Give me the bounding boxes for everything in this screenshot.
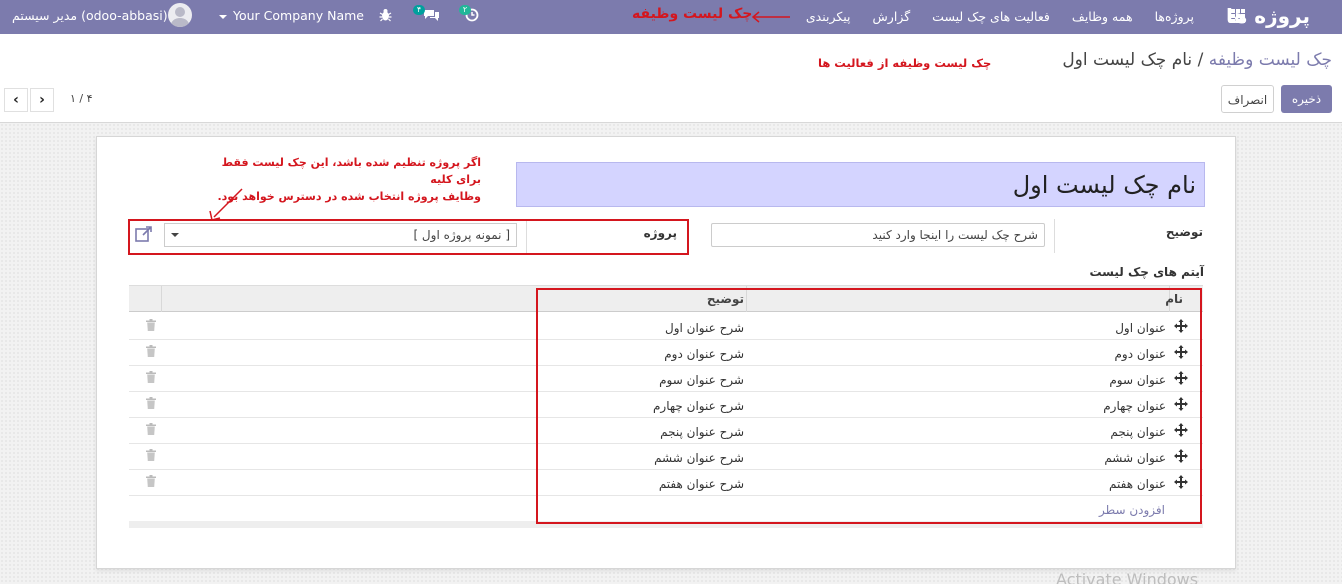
menu-item-projects[interactable]: پروژه‌ها [1155, 9, 1194, 24]
description-label: توضیح [1165, 225, 1203, 239]
bug-icon [379, 9, 392, 22]
project-label: پروژه [643, 226, 677, 240]
trash-icon[interactable] [146, 371, 156, 383]
external-link-icon[interactable] [134, 225, 154, 243]
breadcrumb-current: نام چک لیست اول [1062, 50, 1193, 70]
main-menu: پروژه‌ها همه وظایف فعالیت های چک لیست گز… [806, 9, 1194, 24]
field-separator [526, 221, 527, 253]
menu-item-reporting[interactable]: گزارش [873, 9, 911, 24]
annotation-pointer-icon [209, 188, 243, 221]
chat-icon [424, 10, 439, 21]
app-brand[interactable]: پروژه ها [1226, 4, 1310, 28]
company-name: Your Company Name [233, 8, 364, 23]
project-select[interactable]: [ نمونه پروژه اول ] [164, 223, 517, 247]
systray: ۲ ۴ Your Company Name مدیر سیستم (odoo-a… [0, 0, 500, 34]
discard-button[interactable]: انصراف [1221, 85, 1274, 113]
message-badge: ۴ [413, 5, 425, 15]
user-avatar[interactable] [168, 3, 192, 27]
caret-down-icon [219, 14, 227, 19]
activity-menu[interactable]: ۲ [459, 5, 479, 25]
messaging-menu[interactable]: ۴ [413, 5, 440, 25]
caret-down-icon[interactable] [171, 233, 179, 237]
checklist-items-label: آیتم های چک لیست [1089, 265, 1204, 279]
trash-icon[interactable] [146, 345, 156, 357]
annotation-arrow-icon [751, 11, 790, 23]
company-switcher[interactable]: Your Company Name [219, 8, 364, 23]
trash-icon[interactable] [146, 319, 156, 331]
breadcrumb-annotation: چک لیست وظیفه از فعالیت ها [818, 56, 992, 70]
menu-item-all-tasks[interactable]: همه وظایف [1072, 9, 1133, 24]
menu-item-configuration[interactable]: پیکربندی [806, 9, 851, 24]
pager-value[interactable]: ۱ / ۴ [70, 92, 93, 105]
windows-watermark: Activate Windows [1056, 570, 1199, 584]
form-sheet: نام چک لیست اول اگر پروژه تنظیم شده باشد… [96, 136, 1236, 569]
checklist-name-input[interactable]: نام چک لیست اول [516, 162, 1205, 207]
breadcrumb-parent[interactable]: چک لیست وظیفه [1209, 50, 1332, 70]
items-highlight-box [536, 288, 1202, 524]
chevron-left-icon: ‹ [13, 92, 19, 108]
trash-icon[interactable] [146, 475, 156, 487]
activity-badge: ۲ [459, 5, 471, 15]
breadcrumb-separator: / [1197, 50, 1204, 70]
top-navbar: پروژه ها پروژه‌ها همه وظایف فعالیت های چ… [0, 0, 1342, 34]
chevron-right-icon: › [39, 92, 45, 108]
debug-menu[interactable] [379, 8, 392, 25]
breadcrumb: چک لیست وظیفه / نام چک لیست اول [1062, 50, 1332, 70]
trash-icon[interactable] [146, 449, 156, 461]
field-separator [1054, 219, 1055, 253]
save-button[interactable]: ذخیره [1281, 85, 1332, 113]
pager-prev-button[interactable]: ‹ [4, 88, 28, 112]
pager-next-button[interactable]: › [30, 88, 54, 112]
menu-annotation: چک لیست وظیفه [632, 6, 753, 22]
trash-icon[interactable] [146, 423, 156, 435]
user-menu[interactable]: مدیر سیستم (odoo-abbasi) [12, 8, 168, 23]
menu-item-checklist-activities[interactable]: فعالیت های چک لیست [932, 9, 1050, 24]
column-separator [161, 286, 162, 312]
trash-icon[interactable] [146, 397, 156, 409]
description-field[interactable]: شرح چک لیست را اینجا وارد کنید [711, 223, 1045, 247]
